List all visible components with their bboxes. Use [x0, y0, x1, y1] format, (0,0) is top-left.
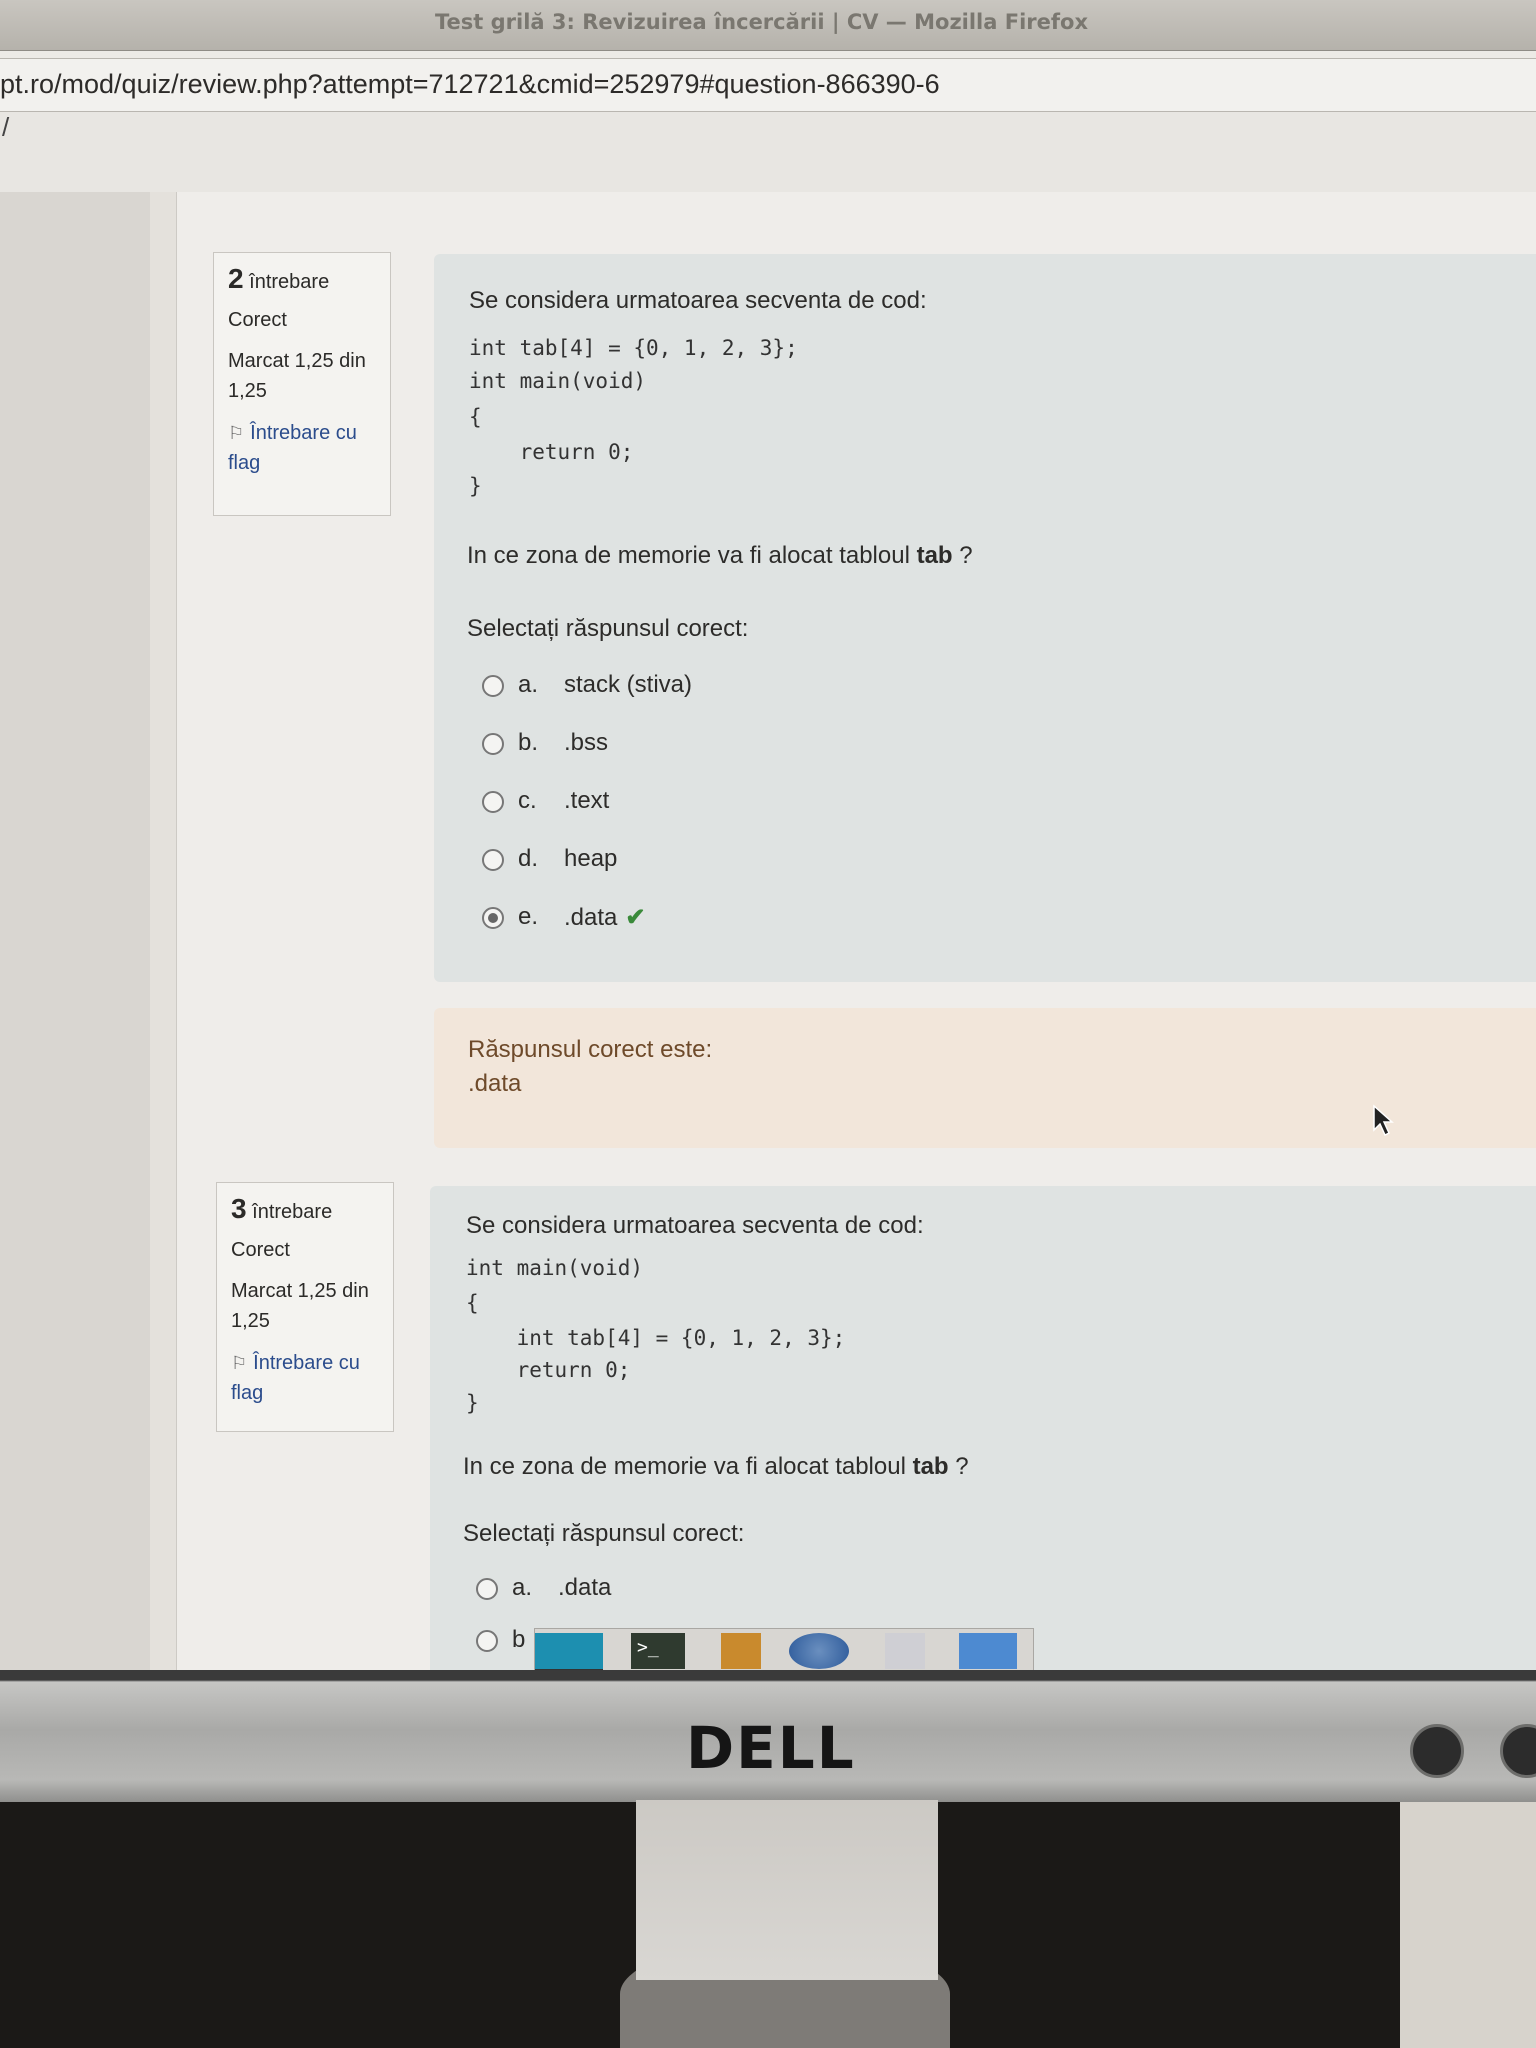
option-letter: d.	[518, 845, 539, 872]
folder-icon[interactable]	[959, 1633, 1017, 1669]
code-line: return 0;	[466, 1358, 631, 1382]
url-text[interactable]: pt.ro/mod/quiz/review.php?attempt=712721…	[0, 69, 940, 100]
option-label: .text	[564, 787, 610, 814]
answer-prompt: Selectați răspunsul corect:	[467, 615, 749, 642]
wall-background	[1400, 1802, 1536, 2048]
flag-question-link[interactable]: ⚐ Întrebare cu flag	[231, 1348, 381, 1408]
option-letter: a.	[518, 671, 539, 698]
code-line: {	[469, 405, 482, 429]
flag-icon: ⚐	[231, 1353, 248, 1373]
radio-button[interactable]	[482, 849, 504, 871]
question-state: Corect	[231, 1239, 290, 1261]
radio-button[interactable]	[476, 1630, 498, 1652]
file-cabinet-icon[interactable]	[721, 1633, 761, 1669]
question-intro: Se considera urmatoarea secventa de cod:	[469, 287, 927, 314]
option-label: .bss	[564, 729, 609, 756]
left-drawer	[0, 192, 150, 1670]
correct-answer-feedback: Răspunsul corect este: .data	[434, 1008, 1536, 1148]
browser-toolbar: /	[0, 112, 1536, 192]
option-letter: b	[512, 1626, 526, 1653]
radio-button[interactable]	[482, 791, 504, 813]
window-titlebar: Test grilă 3: Revizuirea încercării | CV…	[0, 0, 1536, 51]
globe-icon[interactable]	[789, 1633, 849, 1669]
code-line: return 0;	[469, 440, 634, 464]
code-line: int main(void)	[466, 1256, 644, 1280]
option-letter: b.	[518, 729, 539, 756]
correct-check-icon: ✔	[625, 904, 646, 931]
code-line: int tab[4] = {0, 1, 2, 3};	[466, 1326, 846, 1350]
option-letter: c.	[518, 787, 537, 814]
code-line: int main(void)	[469, 369, 647, 393]
monitor-input-button-icon[interactable]	[1410, 1724, 1464, 1778]
option-label: .data	[558, 1574, 612, 1601]
option-letter: a.	[512, 1574, 533, 1601]
code-line: }	[469, 474, 482, 498]
monitor-screen: Test grilă 3: Revizuirea încercării | CV…	[0, 0, 1536, 1670]
radio-button[interactable]	[482, 733, 504, 755]
terminal-icon[interactable]: >_	[631, 1633, 685, 1669]
flag-question-link[interactable]: ⚐ Întrebare cu flag	[228, 418, 378, 478]
code-line: int tab[4] = {0, 1, 2, 3};	[469, 336, 798, 360]
mouse-cursor-icon	[1373, 1104, 1394, 1137]
question-grade: Marcat 1,25 din 1,25	[231, 1280, 369, 1332]
option-letter: e.	[518, 903, 539, 930]
left-drawer-edge	[150, 192, 177, 1670]
option-label: stack (stiva)	[564, 671, 693, 698]
code-line: {	[466, 1291, 479, 1315]
option-label: .data ✔	[564, 904, 646, 931]
search-icon[interactable]	[885, 1633, 925, 1669]
url-bar[interactable]: pt.ro/mod/quiz/review.php?attempt=712721…	[0, 58, 1536, 112]
answer-prompt: Selectați răspunsul corect:	[463, 1520, 745, 1547]
feedback-title: Răspunsul corect este:	[468, 1036, 713, 1063]
radio-button[interactable]	[482, 675, 504, 697]
monitor-stand	[636, 1800, 938, 1980]
question-intro: Se considera urmatoarea secventa de cod:	[466, 1212, 924, 1239]
radio-button-selected[interactable]	[482, 907, 504, 929]
feedback-answer: .data	[468, 1070, 522, 1097]
option-label: heap	[564, 845, 618, 872]
question-grade: Marcat 1,25 din 1,25	[228, 350, 366, 402]
question-number: 2 întrebare	[228, 263, 330, 294]
question-info: 2 întrebare Corect Marcat 1,25 din 1,25 …	[213, 252, 391, 516]
question-info: 3 întrebare Corect Marcat 1,25 din 1,25 …	[216, 1182, 394, 1432]
question-number: 3 întrebare	[231, 1193, 333, 1224]
question-state: Corect	[228, 309, 287, 331]
flag-icon: ⚐	[228, 423, 245, 443]
code-line: }	[466, 1391, 479, 1415]
question-ask: In ce zona de memorie va fi alocat tablo…	[463, 1453, 969, 1480]
window-thumbnail-icon[interactable]	[535, 1633, 603, 1670]
question-ask: In ce zona de memorie va fi alocat tablo…	[467, 542, 973, 569]
toolbar-edge-glyph: /	[2, 112, 10, 142]
radio-button[interactable]	[476, 1578, 498, 1600]
monitor-logo: DELL	[686, 1714, 856, 1782]
taskbar: >_	[534, 1628, 1034, 1670]
window-title: Test grilă 3: Revizuirea încercării | CV…	[435, 10, 1088, 34]
